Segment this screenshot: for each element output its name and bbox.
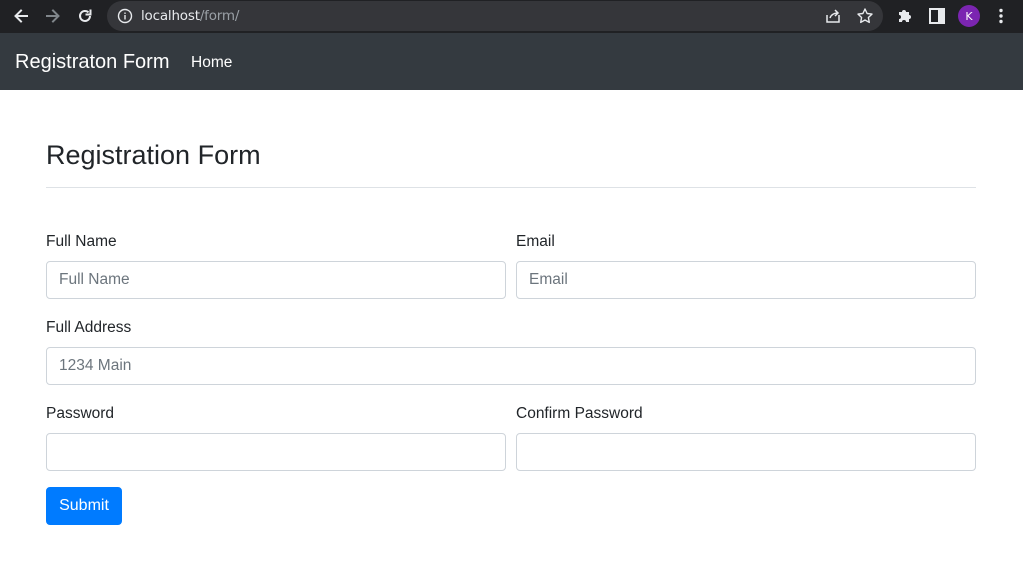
page-title: Registration Form bbox=[46, 140, 261, 170]
url-path: /form/ bbox=[199, 8, 240, 24]
password-input[interactable] bbox=[46, 433, 506, 471]
browser-toolbar: localhost/form/ K bbox=[0, 0, 1023, 33]
forward-arrow-icon[interactable] bbox=[40, 4, 66, 28]
navbar-brand[interactable]: Registraton Form bbox=[15, 51, 170, 74]
share-icon[interactable] bbox=[824, 7, 842, 25]
back-arrow-icon[interactable] bbox=[8, 4, 34, 28]
password-label: Password bbox=[46, 405, 115, 422]
bookmark-star-icon[interactable] bbox=[856, 7, 874, 25]
confirm-password-label: Confirm Password bbox=[516, 405, 643, 422]
url-host: localhost bbox=[141, 8, 200, 24]
kebab-menu-icon[interactable] bbox=[991, 6, 1011, 26]
email-input[interactable] bbox=[516, 261, 976, 299]
side-panel-icon[interactable] bbox=[927, 6, 947, 26]
info-icon[interactable] bbox=[117, 8, 133, 24]
fullname-input[interactable] bbox=[46, 261, 506, 299]
title-divider bbox=[46, 187, 976, 188]
url-text[interactable]: localhost/form/ bbox=[141, 8, 239, 24]
email-label: Email bbox=[516, 233, 555, 250]
extensions-puzzle-icon[interactable] bbox=[895, 6, 915, 26]
nav-link-home[interactable]: Home bbox=[191, 54, 232, 72]
profile-avatar[interactable]: K bbox=[958, 5, 980, 27]
reload-icon[interactable] bbox=[72, 4, 98, 28]
address-label: Full Address bbox=[46, 319, 132, 336]
fullname-label: Full Name bbox=[46, 233, 117, 250]
navbar: Registraton Form Home bbox=[0, 33, 1023, 90]
address-bar[interactable]: localhost/form/ bbox=[107, 1, 883, 31]
submit-button[interactable]: Submit bbox=[46, 487, 122, 525]
confirm-password-input[interactable] bbox=[516, 433, 976, 471]
address-input[interactable] bbox=[46, 347, 976, 385]
